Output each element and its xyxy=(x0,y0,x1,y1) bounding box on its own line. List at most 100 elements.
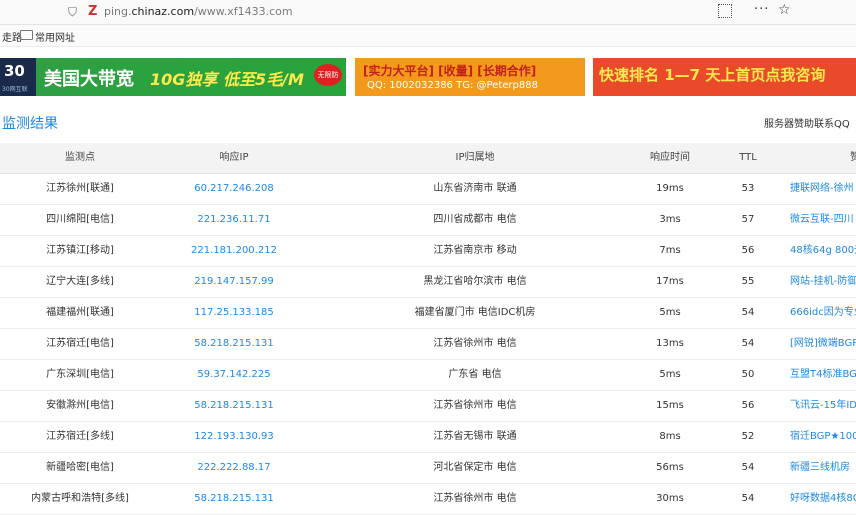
cell-response-time: 7ms xyxy=(659,245,681,256)
cell-monitor-point: 辽宁大连[多线] xyxy=(46,276,114,287)
header-ip-location: IP归属地 xyxy=(455,152,495,163)
cell-monitor-point: 新疆哈密[电信] xyxy=(46,462,114,473)
ad-logo-sub: 30网互联 xyxy=(2,86,28,93)
cell-ip-location: 江苏省徐州市 电信 xyxy=(433,400,517,411)
cell-response-ip[interactable]: 222.222.88.17 xyxy=(197,453,270,483)
cell-response-ip[interactable]: 122.193.130.93 xyxy=(194,422,274,452)
page-title: 监测结果 xyxy=(2,116,58,132)
cell-ttl: 55 xyxy=(741,276,755,287)
cell-response-time: 13ms xyxy=(656,338,684,349)
sponsor-link[interactable]: 服务器赞助联系QQ xyxy=(764,115,850,130)
cell-sponsor-link[interactable]: 飞讯云-15年IDC xyxy=(790,391,856,421)
cell-monitor-point: 福建福州[联通] xyxy=(46,307,114,318)
cell-response-ip[interactable]: 221.181.200.212 xyxy=(191,236,277,266)
cell-sponsor-link[interactable]: 互盟T4标准BGP xyxy=(790,360,856,390)
table-row: 四川绵阳[电信] 221.236.11.71 四川省成都市 电信 3ms 57 微云互联-… xyxy=(0,205,856,236)
browser-toolbar: ⛉ Z ping.chinaz.com/www.xf1433.com ··· ☆ xyxy=(0,0,856,25)
table-row: 江苏徐州[联通] 60.217.246.208 山东省济南市 联通 19ms 53 捷联网… xyxy=(0,174,856,205)
cell-sponsor-link[interactable]: 好呀数据4核8G xyxy=(790,484,856,514)
cell-sponsor-link[interactable]: 微云互联-四川 xyxy=(790,205,854,235)
cell-response-time: 30ms xyxy=(656,493,684,504)
cell-sponsor-link[interactable]: 新疆三线机房 xyxy=(790,453,850,483)
cell-ip-location: 山东省济南市 联通 xyxy=(433,183,517,194)
cell-monitor-point: 四川绵阳[电信] xyxy=(46,214,114,225)
shield-icon[interactable]: ⛉ xyxy=(68,5,77,20)
table-row: 江苏宿迁[电信] 58.218.215.131 江苏省徐州市 电信 13ms 54 [网锐… xyxy=(0,329,856,360)
table-row: 内蒙古呼和浩特[多线] 58.218.215.131 江苏省徐州市 电信 30ms 54… xyxy=(0,484,856,515)
ad-text: 快速排名 1—7 天上首页点我咨询 xyxy=(599,66,826,84)
ad-banner-platform[interactable]: [实力大平台] [收量] [长期合作] QQ: 1002032386 TG: @… xyxy=(355,58,585,96)
cell-response-time: 19ms xyxy=(656,183,684,194)
qr-code-icon[interactable] xyxy=(718,4,732,18)
cell-response-ip[interactable]: 219.147.157.99 xyxy=(194,267,274,297)
cell-response-ip[interactable]: 58.218.215.131 xyxy=(194,391,274,421)
cell-ttl: 50 xyxy=(741,369,755,380)
cell-monitor-point: 江苏镇江[移动] xyxy=(46,245,114,256)
ad-banners: 30 30网互联 美国大带宽 10G独享 低至5毛/M 无限防 [实力大平台] … xyxy=(0,58,856,96)
cell-ip-location: 广东省 电信 xyxy=(448,369,502,380)
table-row: 辽宁大连[多线] 219.147.157.99 黑龙江省哈尔滨市 电信 17ms 55 网… xyxy=(0,267,856,298)
ad-slogan: 10G独享 低至5毛/M xyxy=(150,70,304,89)
address-bar[interactable]: ⛉ Z ping.chinaz.com/www.xf1433.com ··· ☆ xyxy=(48,2,808,21)
table-row: 新疆哈密[电信] 222.222.88.17 河北省保定市 电信 56ms 54 新疆三线… xyxy=(0,453,856,484)
cell-sponsor-link[interactable]: [网锐]微端BGP xyxy=(790,329,856,359)
table-row: 福建福州[联通] 117.25.133.185 福建省厦门市 电信IDC机房 5ms 5… xyxy=(0,298,856,329)
ad-banner-ranking[interactable]: 快速排名 1—7 天上首页点我咨询 xyxy=(593,58,856,96)
table-row: 安徽滁州[电信] 58.218.215.131 江苏省徐州市 电信 15ms 56 飞讯云… xyxy=(0,391,856,422)
cell-monitor-point: 广东深圳[电信] xyxy=(46,369,114,380)
cell-ttl: 56 xyxy=(741,245,755,256)
cell-response-time: 17ms xyxy=(656,276,684,287)
cell-ip-location: 江苏省徐州市 电信 xyxy=(433,493,517,504)
cell-response-ip[interactable]: 58.218.215.131 xyxy=(194,329,274,359)
cell-monitor-point: 安徽滁州[电信] xyxy=(46,400,114,411)
cell-response-time: 3ms xyxy=(659,214,681,225)
folder-icon xyxy=(20,30,33,40)
cell-response-time: 56ms xyxy=(656,462,684,473)
bookmark-folder-common[interactable]: 常用网址 xyxy=(35,29,75,44)
cell-ttl: 54 xyxy=(741,338,755,349)
bookmarks-bar: 走路 常用网址 xyxy=(0,25,856,47)
cell-sponsor-link[interactable]: 捷联网络-徐州 xyxy=(790,174,854,204)
cell-monitor-point: 江苏徐州[联通] xyxy=(46,183,114,194)
cell-monitor-point: 内蒙古呼和浩特[多线] xyxy=(31,493,129,504)
cell-response-time: 5ms xyxy=(659,307,681,318)
ad-title: [实力大平台] [收量] [长期合作] xyxy=(363,64,537,78)
cell-sponsor-link[interactable]: 宿迁BGP★100G xyxy=(790,422,856,452)
header-response-time: 响应时间 xyxy=(650,152,690,163)
cell-response-ip[interactable]: 221.236.11.71 xyxy=(197,205,270,235)
cell-ttl: 56 xyxy=(741,400,755,411)
cell-ip-location: 江苏省南京市 移动 xyxy=(433,245,517,256)
star-icon[interactable]: ☆ xyxy=(778,2,791,18)
table-row: 广东深圳[电信] 59.37.142.225 广东省 电信 5ms 50 互盟T4标准BG… xyxy=(0,360,856,391)
cell-sponsor-link[interactable]: 48核64g 800元 xyxy=(790,236,856,266)
more-icon[interactable]: ··· xyxy=(754,2,769,17)
cell-sponsor-link[interactable]: 网站-挂机-防御 xyxy=(790,267,856,297)
url-text[interactable]: ping.chinaz.com/www.xf1433.com xyxy=(104,5,293,18)
header-sponsor: 赞 xyxy=(850,152,856,163)
cell-response-ip[interactable]: 60.217.246.208 xyxy=(194,174,274,204)
cell-sponsor-link[interactable]: 666idc因为专业 xyxy=(790,298,856,328)
cell-response-time: 8ms xyxy=(659,431,681,442)
table-row: 江苏镇江[移动] 221.181.200.212 江苏省南京市 移动 7ms 56 48核… xyxy=(0,236,856,267)
ad-banner-bandwidth[interactable]: 30 30网互联 美国大带宽 10G独享 低至5毛/M 无限防 xyxy=(0,58,346,96)
cell-response-time: 15ms xyxy=(656,400,684,411)
cell-monitor-point: 江苏宿迁[多线] xyxy=(46,431,114,442)
cell-ip-location: 江苏省无锡市 联通 xyxy=(433,431,517,442)
cell-response-ip[interactable]: 117.25.133.185 xyxy=(194,298,274,328)
table-header: 监测点 响应IP IP归属地 响应时间 TTL 赞 xyxy=(0,143,856,174)
ad-tag: 无限防 xyxy=(314,64,342,86)
cell-ip-location: 福建省厦门市 电信IDC机房 xyxy=(414,307,536,318)
cell-response-time: 5ms xyxy=(659,369,681,380)
cell-ip-location: 四川省成都市 电信 xyxy=(433,214,517,225)
cell-response-ip[interactable]: 58.218.215.131 xyxy=(194,484,274,514)
cell-ttl: 54 xyxy=(741,307,755,318)
cell-monitor-point: 江苏宿迁[电信] xyxy=(46,338,114,349)
bookmark-item[interactable]: 走路 xyxy=(2,29,22,44)
site-favicon-icon: Z xyxy=(88,4,98,19)
ad-logo: 30 xyxy=(4,62,25,80)
header-response-ip: 响应IP xyxy=(219,152,249,163)
cell-ttl: 57 xyxy=(741,214,755,225)
cell-response-ip[interactable]: 59.37.142.225 xyxy=(197,360,270,390)
cell-ttl: 54 xyxy=(741,462,755,473)
ad-contact: QQ: 1002032386 TG: @Peterp888 xyxy=(367,80,538,91)
